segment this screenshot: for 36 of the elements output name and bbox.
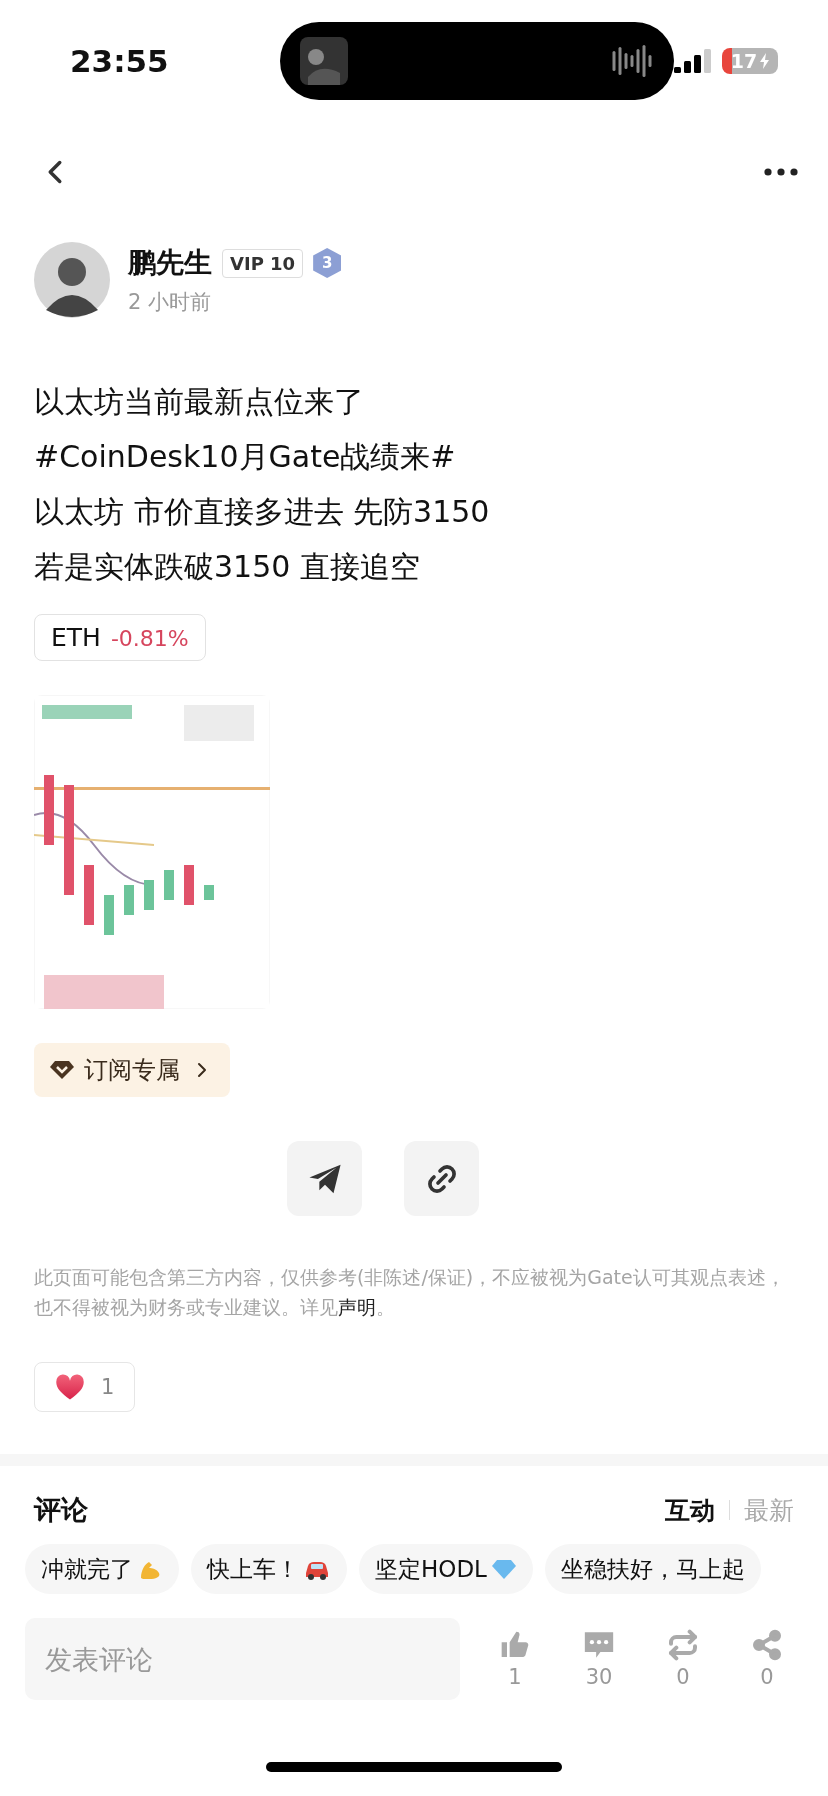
comments-title: 评论 [34,1493,88,1527]
paper-plane-icon [307,1162,342,1195]
share-icon [751,1629,783,1661]
avatar[interactable] [34,242,110,318]
repost-icon [667,1629,699,1661]
subscribe-button[interactable]: 订阅专属 [34,1043,230,1097]
diamond-icon [490,1557,517,1581]
send-button[interactable] [287,1141,362,1216]
heart-icon [55,1373,85,1401]
disclaimer-text: 此页面可能包含第三方内容，仅供参考(非陈述/保证)，不应被视为Gate认可其观点表述，也不得被视为财务或专业建议。详见声明。 [34,1265,786,1320]
post-text: 以太坊当前最新点位来了 [34,383,365,421]
price-change: -0.81% [110,626,189,651]
diamond-icon [50,1060,74,1080]
post-text: #CoinDesk10月Gate战绩来# [34,438,457,476]
quick-reply-chip[interactable]: 坐稳扶好，马上起 [544,1544,761,1594]
post-time: 2 小时前 [128,289,213,316]
more-icon[interactable] [764,168,798,176]
battery-level: 17 [730,50,758,72]
post-text: 以太坊 市价直接多进去 先防3150 [34,493,491,531]
status-time: 23:55 [70,43,170,79]
ticker-symbol: ETH [51,623,101,652]
author-name[interactable]: 鹏先生 [128,244,212,282]
quick-reply-chip[interactable]: 坚定HODL [359,1544,533,1594]
waveform-icon [610,45,654,77]
quick-reply-chip[interactable]: 快上车！ [191,1544,347,1594]
statement-link[interactable]: 声明 [338,1296,376,1318]
quick-reply-chip[interactable]: 冲就完了 [25,1544,179,1594]
copy-link-button[interactable] [404,1141,479,1216]
bolt-icon [760,53,770,69]
vip-badge: VIP 10 [222,248,304,278]
ticker-chip[interactable]: ETH -0.81% [34,614,206,661]
level-badge: 3 [313,248,342,278]
comment-input[interactable]: 发表评论 [25,1618,460,1700]
post-text: 若是实体跌破3150 直接追空 [34,548,421,586]
sort-tab[interactable]: 互动 [665,1493,715,1527]
like-button[interactable]: 1 [34,1362,136,1412]
